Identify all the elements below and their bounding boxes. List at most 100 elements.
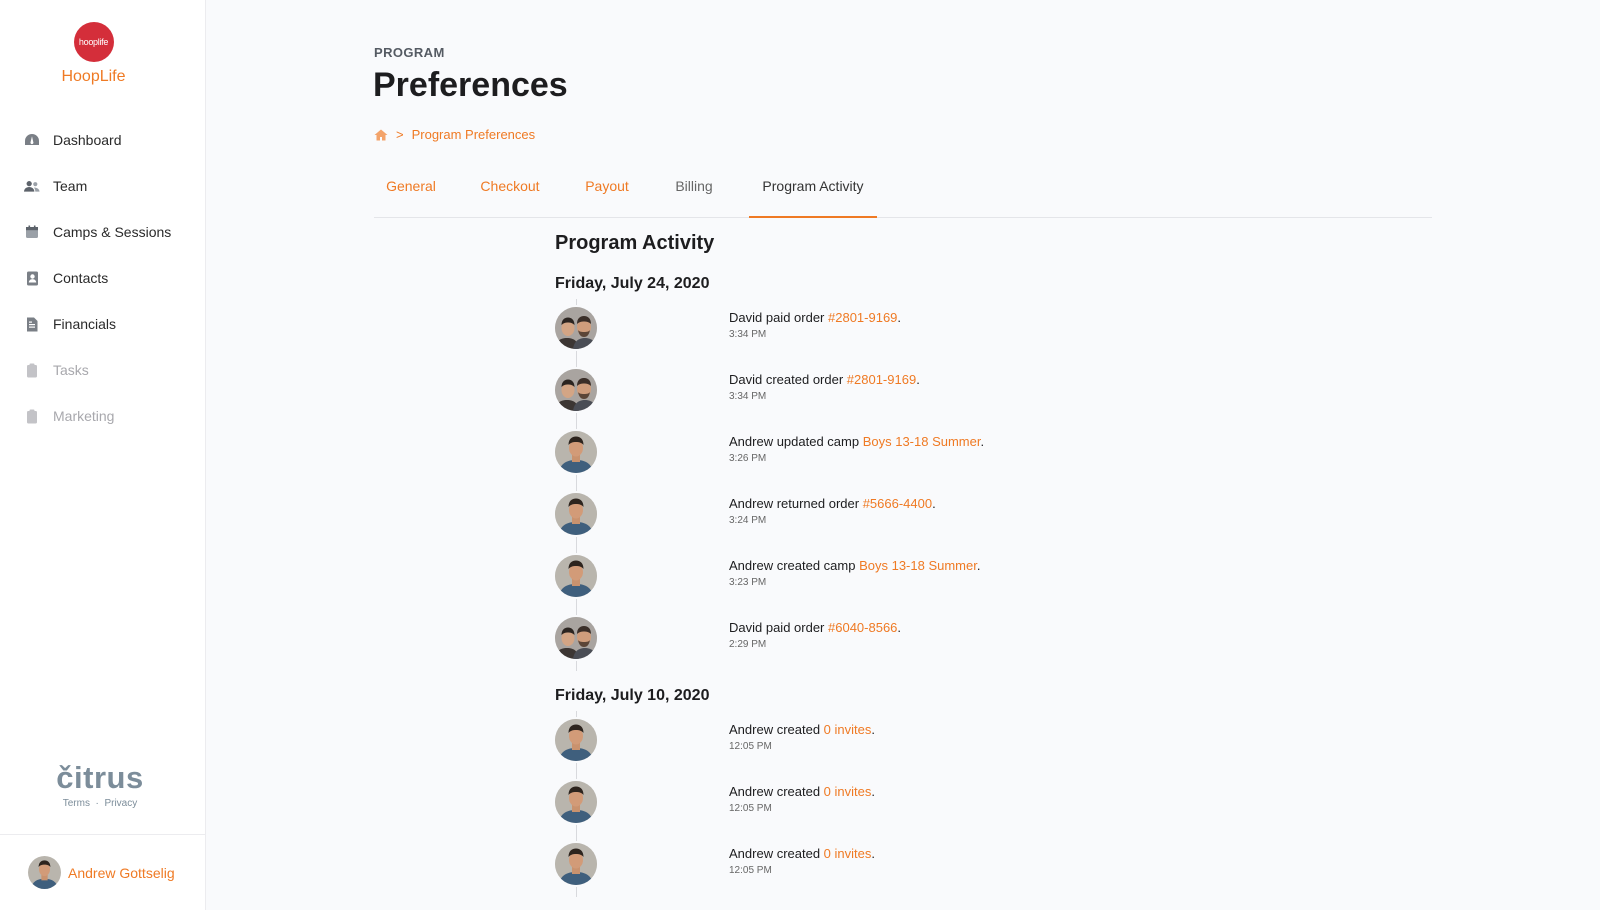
user-name[interactable]: Andrew Gottselig xyxy=(68,865,175,881)
breadcrumb: > Program Preferences xyxy=(374,127,535,142)
sidebar-item-camps-sessions[interactable]: Camps & Sessions xyxy=(0,209,205,255)
activity-text: Andrew created 0 invites. xyxy=(729,722,875,737)
marketing-icon xyxy=(24,408,40,424)
activity-time: 3:26 PM xyxy=(729,453,767,464)
tab-billing[interactable]: Billing xyxy=(662,168,726,216)
sidebar-item-label: Camps & Sessions xyxy=(53,224,172,240)
activity-text: Andrew updated camp Boys 13-18 Summer. xyxy=(729,434,984,449)
avatar xyxy=(555,719,597,761)
logo-text: hooplife xyxy=(78,37,109,47)
activity-item: Andrew returned order #5666-4400. 3:24 P… xyxy=(555,485,1255,547)
activity-item: Andrew created 0 invites. 12:05 PM xyxy=(555,711,1255,773)
activity-description: David paid order xyxy=(729,310,828,325)
activity-suffix: . xyxy=(932,496,936,511)
activity-suffix: . xyxy=(897,310,902,325)
financials-icon xyxy=(24,316,40,332)
breadcrumb-current[interactable]: Program Preferences xyxy=(412,127,536,142)
day-heading: Friday, July 10, 2020 xyxy=(555,687,710,704)
sidebar-item-contacts[interactable]: Contacts xyxy=(0,255,205,301)
avatar xyxy=(555,781,597,823)
tab-payout[interactable]: Payout xyxy=(573,168,641,216)
sidebar-item-label: Contacts xyxy=(53,270,109,286)
activity-description: David created order xyxy=(729,372,847,387)
breadcrumb-separator: > xyxy=(396,127,404,142)
activity-description: Andrew created xyxy=(729,722,824,737)
contacts-icon xyxy=(24,270,40,286)
sidebar-item-label: Dashboard xyxy=(53,132,122,148)
hooplife-logo: hooplife xyxy=(73,22,114,62)
activity-description: Andrew created camp xyxy=(729,558,860,573)
sidebar-item-financials[interactable]: Financials xyxy=(0,301,205,347)
user-profile[interactable]: Andrew Gottselig xyxy=(0,834,205,910)
activity-text: David paid order #2801-9169. xyxy=(729,310,901,325)
activity-link[interactable]: Boys 13-18 Summer xyxy=(863,434,981,449)
activity-text: Andrew created 0 invites. xyxy=(729,846,875,861)
activity-link[interactable]: #5666-4400 xyxy=(863,496,932,511)
sidebar-item-dashboard[interactable]: Dashboard xyxy=(0,117,205,163)
avatar xyxy=(555,555,597,597)
avatar xyxy=(555,369,597,411)
tab-checkout[interactable]: Checkout xyxy=(468,168,552,216)
sidebar-item-label: Financials xyxy=(53,316,117,332)
activity-time: 3:23 PM xyxy=(729,577,767,588)
sidebar-item-tasks[interactable]: Tasks xyxy=(0,347,205,393)
sidebar-item-label: Team xyxy=(53,178,88,194)
activity-time: 3:34 PM xyxy=(729,391,767,402)
activity-suffix: . xyxy=(980,434,985,449)
activity-item: Andrew created 0 invites. 12:05 PM xyxy=(555,773,1255,835)
activity-item: Andrew created 0 invites. 12:05 PM xyxy=(555,835,1255,897)
activity-suffix: . xyxy=(871,846,875,861)
activity-suffix: . xyxy=(871,784,875,799)
terms-link[interactable]: Terms xyxy=(63,798,90,809)
activity-time: 12:05 PM xyxy=(729,865,772,876)
program-activity-panel: Program Activity Friday, July 24, 2020 D… xyxy=(555,232,1255,897)
activity-link[interactable]: #6040-8566 xyxy=(828,620,897,635)
activity-suffix: . xyxy=(976,558,981,573)
activity-time: 12:05 PM xyxy=(729,803,772,814)
activity-link[interactable]: 0 invites xyxy=(824,846,872,861)
activity-item: Andrew created camp Boys 13-18 Summer. 3… xyxy=(555,547,1255,609)
day-heading: Friday, July 24, 2020 xyxy=(555,275,710,292)
calendar-icon xyxy=(24,224,40,240)
activity-text: Andrew created 0 invites. xyxy=(729,784,875,799)
activity-suffix: . xyxy=(897,620,902,635)
sidebar: hooplife HoopLife Dashboard Team Camps &… xyxy=(0,0,206,910)
activity-text: David paid order #6040-8566. xyxy=(729,620,901,635)
activity-suffix: . xyxy=(916,372,920,387)
activity-time: 3:24 PM xyxy=(729,515,767,526)
avatar xyxy=(28,856,61,889)
sidebar-item-team[interactable]: Team xyxy=(0,163,205,209)
activity-description: Andrew created xyxy=(729,846,824,861)
activity-link[interactable]: #2801-9169 xyxy=(847,372,916,387)
activity-description: David paid order xyxy=(729,620,828,635)
activity-link[interactable]: Boys 13-18 Summer xyxy=(859,558,977,573)
citrus-logo: čitrus xyxy=(56,760,144,795)
activity-item: David created order #2801-9169. 3:34 PM xyxy=(555,361,1255,423)
legal-separator: · xyxy=(95,798,99,809)
activity-text: Andrew returned order #5666-4400. xyxy=(729,496,936,511)
tasks-icon xyxy=(24,362,40,378)
team-icon xyxy=(24,178,40,194)
sidebar-item-label: Tasks xyxy=(53,362,89,378)
home-icon[interactable] xyxy=(374,129,388,141)
activity-item: David paid order #6040-8566. 2:29 PM xyxy=(555,609,1255,671)
activity-link[interactable]: 0 invites xyxy=(824,722,872,737)
activity-timeline: David paid order #2801-9169. 3:34 PM Dav… xyxy=(555,299,1255,671)
sidebar-item-marketing[interactable]: Marketing xyxy=(0,393,205,439)
preferences-tabs: General Checkout Payout Billing Program … xyxy=(374,168,1432,218)
section-title: Program Activity xyxy=(555,232,715,254)
privacy-link[interactable]: Privacy xyxy=(104,798,137,809)
legal-links: Terms · Privacy xyxy=(0,798,200,809)
activity-text: David created order #2801-9169. xyxy=(729,372,920,387)
brand-logo[interactable]: hooplife HoopLife xyxy=(0,22,187,86)
activity-time: 12:05 PM xyxy=(729,741,772,752)
tab-general[interactable]: General xyxy=(374,168,448,216)
avatar xyxy=(555,617,597,659)
tab-program-activity[interactable]: Program Activity xyxy=(749,168,877,218)
page-eyebrow: PROGRAM xyxy=(374,45,445,60)
activity-link[interactable]: #2801-9169 xyxy=(828,310,897,325)
activity-link[interactable]: 0 invites xyxy=(824,784,872,799)
activity-time: 3:34 PM xyxy=(729,329,767,340)
activity-description: Andrew returned order xyxy=(729,496,863,511)
activity-timeline: Andrew created 0 invites. 12:05 PM Andre… xyxy=(555,711,1255,897)
